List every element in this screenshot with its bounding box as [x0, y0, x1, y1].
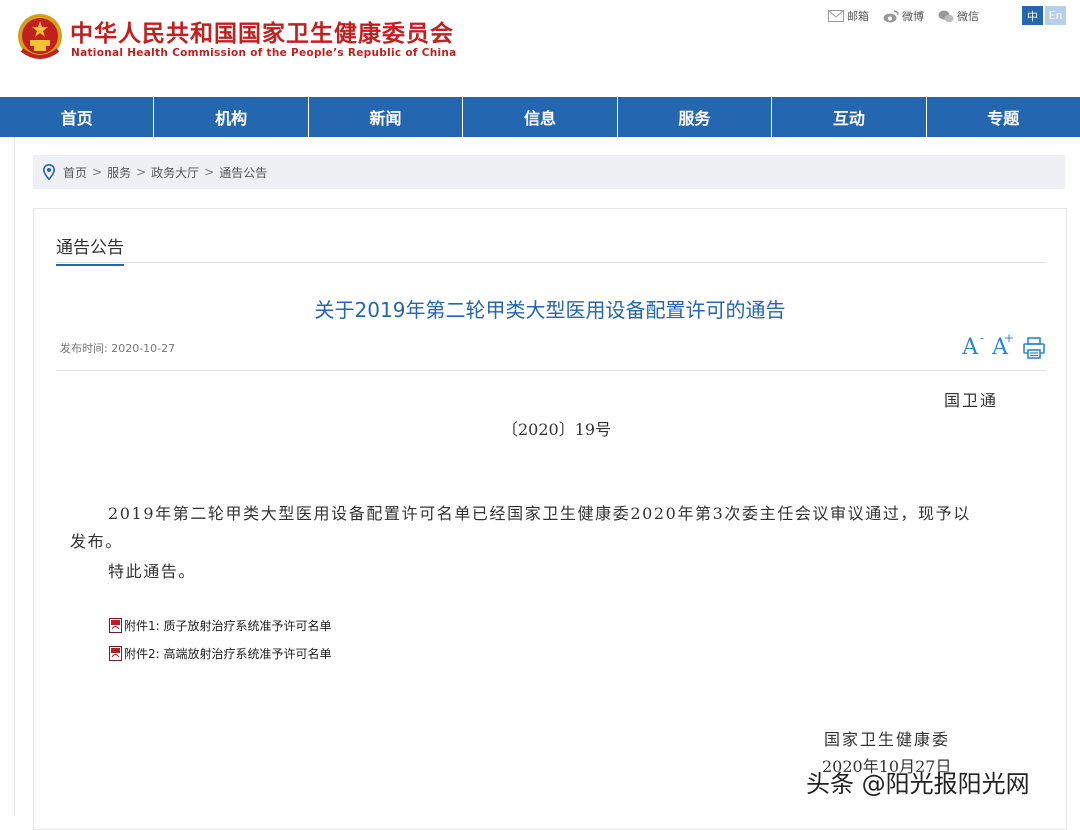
weibo-link[interactable]: 微博: [883, 8, 924, 24]
org-name-en: National Health Commission of the People…: [71, 47, 457, 59]
article-title: 关于2019年第二轮甲类大型医用设备配置许可的通告: [314, 298, 786, 322]
paragraph-2: 特此通告。: [108, 562, 197, 581]
breadcrumb-services[interactable]: 服务: [107, 164, 131, 181]
font-increase-button[interactable]: A +: [992, 331, 1014, 360]
font-decrease-sign: -: [980, 331, 985, 345]
paragraph-1-line-1: 2019年第二轮甲类大型医用设备配置许可名单已经国家卫生健康委2020年第3次委…: [108, 504, 971, 523]
nav-item-topics[interactable]: 专题: [927, 97, 1080, 137]
article-tools: A- A +: [962, 331, 1046, 360]
font-increase-sign: +: [1003, 331, 1014, 345]
breadcrumb: 首页 > 服务 > 政务大厅 > 通告公告: [33, 155, 1065, 189]
pdf-icon: [109, 646, 122, 661]
font-decrease-button[interactable]: A-: [962, 331, 984, 360]
mail-label: 邮箱: [847, 10, 869, 23]
document-number-prefix: 国卫通: [944, 391, 999, 410]
attachment-link-1[interactable]: 附件1: 质子放射治疗系统准予许可名单: [109, 617, 332, 634]
breadcrumb-notices[interactable]: 通告公告: [219, 164, 267, 181]
document-number: 〔2020〕19号: [502, 420, 612, 439]
wechat-link[interactable]: 微信: [938, 8, 979, 24]
wechat-label: 微信: [957, 10, 979, 23]
watermark: 头条 @阳光报阳光网: [806, 770, 1030, 798]
font-decrease-label: A: [962, 335, 979, 360]
org-name-cn[interactable]: 中华人民共和国国家卫生健康委员会: [70, 14, 454, 48]
left-divider: [14, 137, 15, 816]
nav-item-organization[interactable]: 机构: [154, 97, 309, 137]
nav-item-information[interactable]: 信息: [463, 97, 618, 137]
location-pin-icon: [43, 164, 55, 180]
main-nav: 首页 机构 新闻 信息 服务 互动 专题: [0, 97, 1080, 137]
attachment-label-1: 附件1: 质子放射治疗系统准予许可名单: [124, 619, 332, 633]
signature-organization: 国家卫生健康委: [824, 730, 951, 749]
breadcrumb-separator: >: [92, 165, 103, 179]
breadcrumb-home[interactable]: 首页: [63, 164, 87, 181]
section-divider: [56, 262, 1046, 263]
wechat-icon: [938, 10, 954, 22]
breadcrumb-separator: >: [204, 165, 215, 179]
nav-item-home[interactable]: 首页: [0, 97, 155, 137]
print-icon[interactable]: [1022, 336, 1046, 360]
publish-date: 发布时间: 2020-10-27: [60, 342, 176, 355]
site-header: 中华人民共和国国家卫生健康委员会 National Health Commiss…: [0, 0, 1080, 97]
tools-divider: [56, 370, 1046, 371]
attachment-link-2[interactable]: 附件2: 高端放射治疗系统准予许可名单: [109, 645, 332, 662]
attachment-label-2: 附件2: 高端放射治疗系统准予许可名单: [124, 647, 332, 661]
nav-item-news[interactable]: 新闻: [309, 97, 464, 137]
top-links: 邮箱 微博 微信: [828, 8, 979, 24]
national-emblem-icon[interactable]: [16, 12, 64, 62]
breadcrumb-government-hall[interactable]: 政务大厅: [151, 164, 199, 181]
article-panel: 通告公告 关于2019年第二轮甲类大型医用设备配置许可的通告 发布时间: 202…: [33, 208, 1067, 830]
weibo-icon: [883, 9, 899, 22]
breadcrumb-separator: >: [136, 165, 147, 179]
language-switch: 中 En: [1022, 6, 1066, 25]
mail-icon: [828, 10, 844, 22]
nav-item-interaction[interactable]: 互动: [772, 97, 927, 137]
lang-en-button[interactable]: En: [1045, 6, 1066, 25]
nav-item-services[interactable]: 服务: [618, 97, 773, 137]
mail-link[interactable]: 邮箱: [828, 8, 869, 24]
lang-zh-button[interactable]: 中: [1022, 6, 1043, 25]
weibo-label: 微博: [902, 10, 924, 23]
paragraph-1-line-2: 发布。: [70, 532, 123, 551]
pdf-icon: [109, 618, 122, 633]
